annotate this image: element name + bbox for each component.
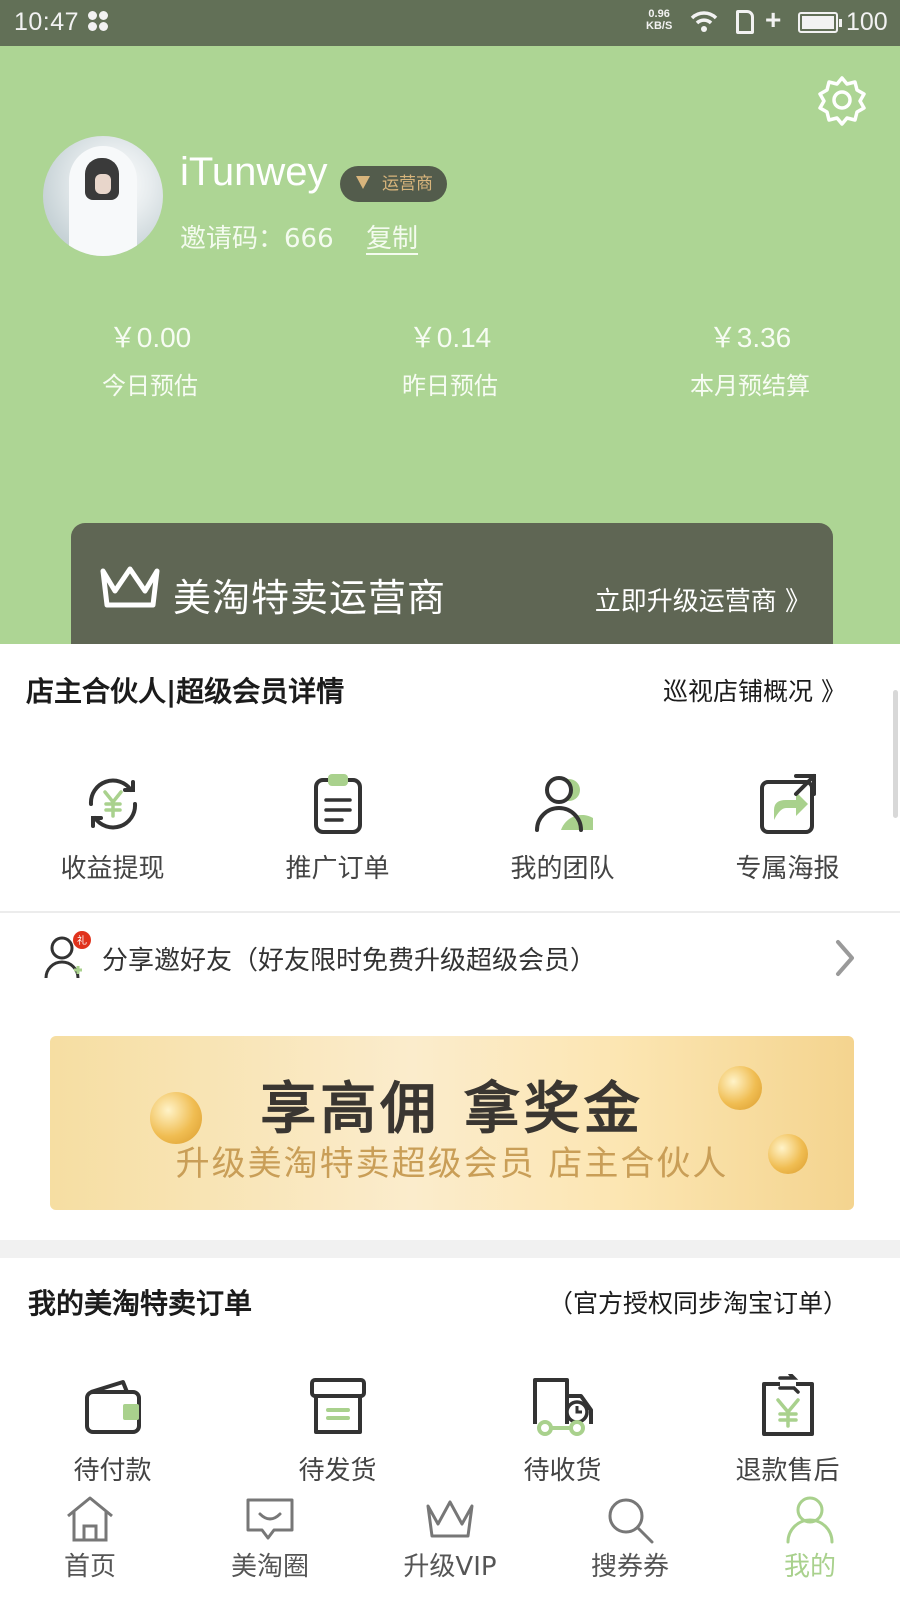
- withdraw-button[interactable]: 收益提现: [0, 772, 225, 885]
- earnings-amount: ￥0.00: [108, 322, 192, 353]
- earnings-label: 今日预估: [102, 372, 198, 400]
- withdraw-label: 收益提现: [60, 854, 165, 884]
- role-badge: 运营商: [340, 166, 447, 202]
- tab-label: 升级VIP: [403, 1552, 497, 1582]
- battery-icon: [798, 12, 842, 33]
- my-team-label: 我的团队: [510, 854, 615, 884]
- tab-label: 首页: [63, 1552, 116, 1582]
- pending-shipment-button[interactable]: 待发货: [225, 1374, 450, 1487]
- pending-shipment-label: 待发货: [298, 1456, 377, 1486]
- earnings-amount: ￥3.36: [708, 322, 792, 353]
- orders-section-note: （官方授权同步淘宝订单）: [548, 1289, 849, 1318]
- invite-friends-text: 分享邀好友（好友限时免费升级超级会员）: [102, 946, 597, 976]
- tab-label: 搜券券: [590, 1552, 669, 1582]
- earnings-month[interactable]: ￥3.36 本月预结算: [640, 316, 860, 401]
- vip-upgrade-card[interactable]: 美淘特卖运营商 立即升级运营商 》: [71, 523, 833, 644]
- sim-icon: [736, 10, 754, 34]
- my-team-button[interactable]: 我的团队: [450, 772, 675, 885]
- earnings-label: 昨日预估: [402, 372, 498, 400]
- orders-section-title: 我的美淘特卖订单: [28, 1287, 253, 1320]
- chevron-right-icon: [834, 938, 856, 982]
- user-icon: [786, 1496, 834, 1544]
- crown-icon: [99, 565, 161, 613]
- copy-invite-code-link[interactable]: 复制: [366, 218, 418, 255]
- home-icon: [67, 1496, 113, 1542]
- network-speed-unit: KB/S: [646, 20, 673, 32]
- refund-aftersale-label: 退款售后: [735, 1456, 840, 1486]
- partner-section-title: 店主合伙人|超级会员详情: [26, 675, 345, 708]
- invite-code: 邀请码：666: [180, 224, 334, 254]
- pending-payment-label: 待付款: [73, 1456, 152, 1486]
- invite-friend-icon: 礼: [44, 930, 96, 986]
- refund-icon: [761, 1374, 814, 1436]
- exclusive-poster-button[interactable]: 专属海报: [675, 772, 900, 885]
- tab-home[interactable]: 首页: [20, 1494, 160, 1583]
- pending-payment-button[interactable]: 待付款: [0, 1374, 225, 1487]
- tab-label: 我的: [783, 1552, 836, 1582]
- promo-orders-button[interactable]: 推广订单: [225, 772, 450, 885]
- store-overview-link[interactable]: 巡视店铺概况 》: [663, 672, 846, 708]
- tab-search-coupons[interactable]: 搜券券: [560, 1494, 700, 1583]
- crown-icon: [426, 1500, 474, 1538]
- earnings-today[interactable]: ￥0.00 今日预估: [40, 316, 260, 401]
- battery-percentage: 100: [846, 8, 888, 36]
- banner-subline: 升级美淘特卖超级会员 店主合伙人: [175, 1144, 729, 1184]
- status-time: 10:47: [14, 8, 80, 36]
- upgrade-operator-link[interactable]: 立即升级运营商 》: [595, 581, 811, 618]
- username: iTunwey: [180, 150, 328, 194]
- team-icon: [534, 776, 593, 832]
- partner-actions: 收益提现 推广订单 我的团队 专属海报: [0, 772, 900, 912]
- section-gap: [0, 1240, 900, 1258]
- tab-label: 美淘圈: [230, 1552, 309, 1582]
- bottom-tab-bar: 首页 美淘圈 升级VIP 搜券券 我的: [0, 1490, 900, 1600]
- clipboard-icon: [313, 774, 362, 834]
- promo-orders-label: 推广订单: [285, 854, 390, 884]
- exclusive-poster-label: 专属海报: [735, 854, 840, 884]
- status-bar: 10:47 0.96 KB/S + 100: [0, 0, 900, 46]
- network-speed: 0.96 KB/S: [646, 8, 672, 32]
- apps-icon: [88, 11, 110, 33]
- crest-icon: [356, 176, 370, 189]
- wallet-icon: [84, 1380, 141, 1434]
- earnings-yesterday[interactable]: ￥0.14 昨日预估: [340, 316, 560, 401]
- network-speed-value: 0.96: [648, 8, 670, 20]
- truck-icon: [532, 1378, 593, 1436]
- wifi-icon: [690, 10, 718, 41]
- tab-mine[interactable]: 我的: [740, 1494, 880, 1583]
- pending-receipt-label: 待收货: [523, 1456, 602, 1486]
- search-icon: [608, 1498, 654, 1544]
- promo-banner[interactable]: 享高佣 拿奖金 升级美淘特卖超级会员 店主合伙人: [50, 1036, 854, 1210]
- chat-icon: [246, 1498, 294, 1540]
- role-badge-label: 运营商: [382, 174, 433, 194]
- tab-upgrade-vip[interactable]: 升级VIP: [380, 1494, 520, 1583]
- settings-icon[interactable]: [816, 74, 868, 126]
- banner-headline: 享高佣 拿奖金: [260, 1077, 644, 1142]
- tab-circle[interactable]: 美淘圈: [200, 1494, 340, 1583]
- gift-badge: 礼: [77, 934, 87, 947]
- earnings-label: 本月预结算: [690, 372, 810, 400]
- earnings-amount: ￥0.14: [408, 322, 492, 353]
- box-icon: [309, 1378, 366, 1434]
- refund-aftersale-button[interactable]: 退款售后: [675, 1374, 900, 1487]
- share-poster-icon: [759, 774, 816, 834]
- plus-icon: +: [765, 4, 782, 35]
- invite-friends-row[interactable]: 礼 分享邀好友（好友限时免费升级超级会员）: [0, 912, 900, 1008]
- withdraw-icon: [88, 778, 137, 830]
- avatar[interactable]: [43, 136, 163, 256]
- vip-card-title: 美淘特卖运营商: [173, 576, 447, 620]
- pending-receipt-button[interactable]: 待收货: [450, 1374, 675, 1487]
